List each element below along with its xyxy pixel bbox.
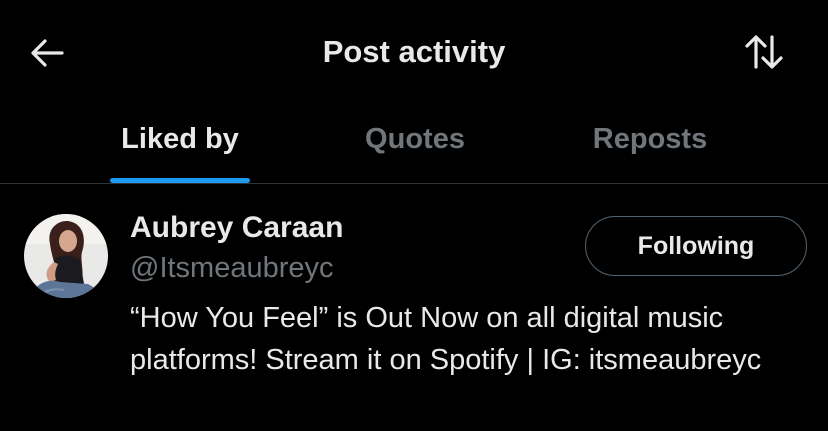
user-bio: “How You Feel” is Out Now on all digital… bbox=[130, 302, 762, 376]
tab-liked-by[interactable]: Liked by bbox=[60, 104, 300, 183]
user-display-name[interactable]: Aubrey Caraan bbox=[130, 210, 343, 246]
activity-tabs: Liked by Quotes Reposts bbox=[0, 104, 828, 184]
avatar[interactable] bbox=[24, 214, 108, 298]
user-handle[interactable]: @Itsmeaubreyc bbox=[130, 250, 334, 286]
tab-quotes[interactable]: Quotes bbox=[300, 104, 530, 183]
active-tab-indicator bbox=[110, 178, 250, 183]
sort-button[interactable] bbox=[736, 28, 792, 76]
user-list-item[interactable]: Aubrey Caraan @Itsmeaubreyc Following “H… bbox=[0, 184, 828, 431]
tab-reposts[interactable]: Reposts bbox=[530, 104, 770, 183]
top-app-bar: Post activity bbox=[0, 0, 828, 104]
tab-label: Liked by bbox=[121, 123, 239, 155]
following-button[interactable]: Following bbox=[585, 216, 807, 276]
tab-label: Quotes bbox=[365, 123, 465, 155]
sort-arrows-icon bbox=[745, 35, 783, 69]
page-title: Post activity bbox=[322, 34, 506, 69]
profile-photo bbox=[24, 214, 108, 298]
tab-label: Reposts bbox=[592, 123, 708, 155]
